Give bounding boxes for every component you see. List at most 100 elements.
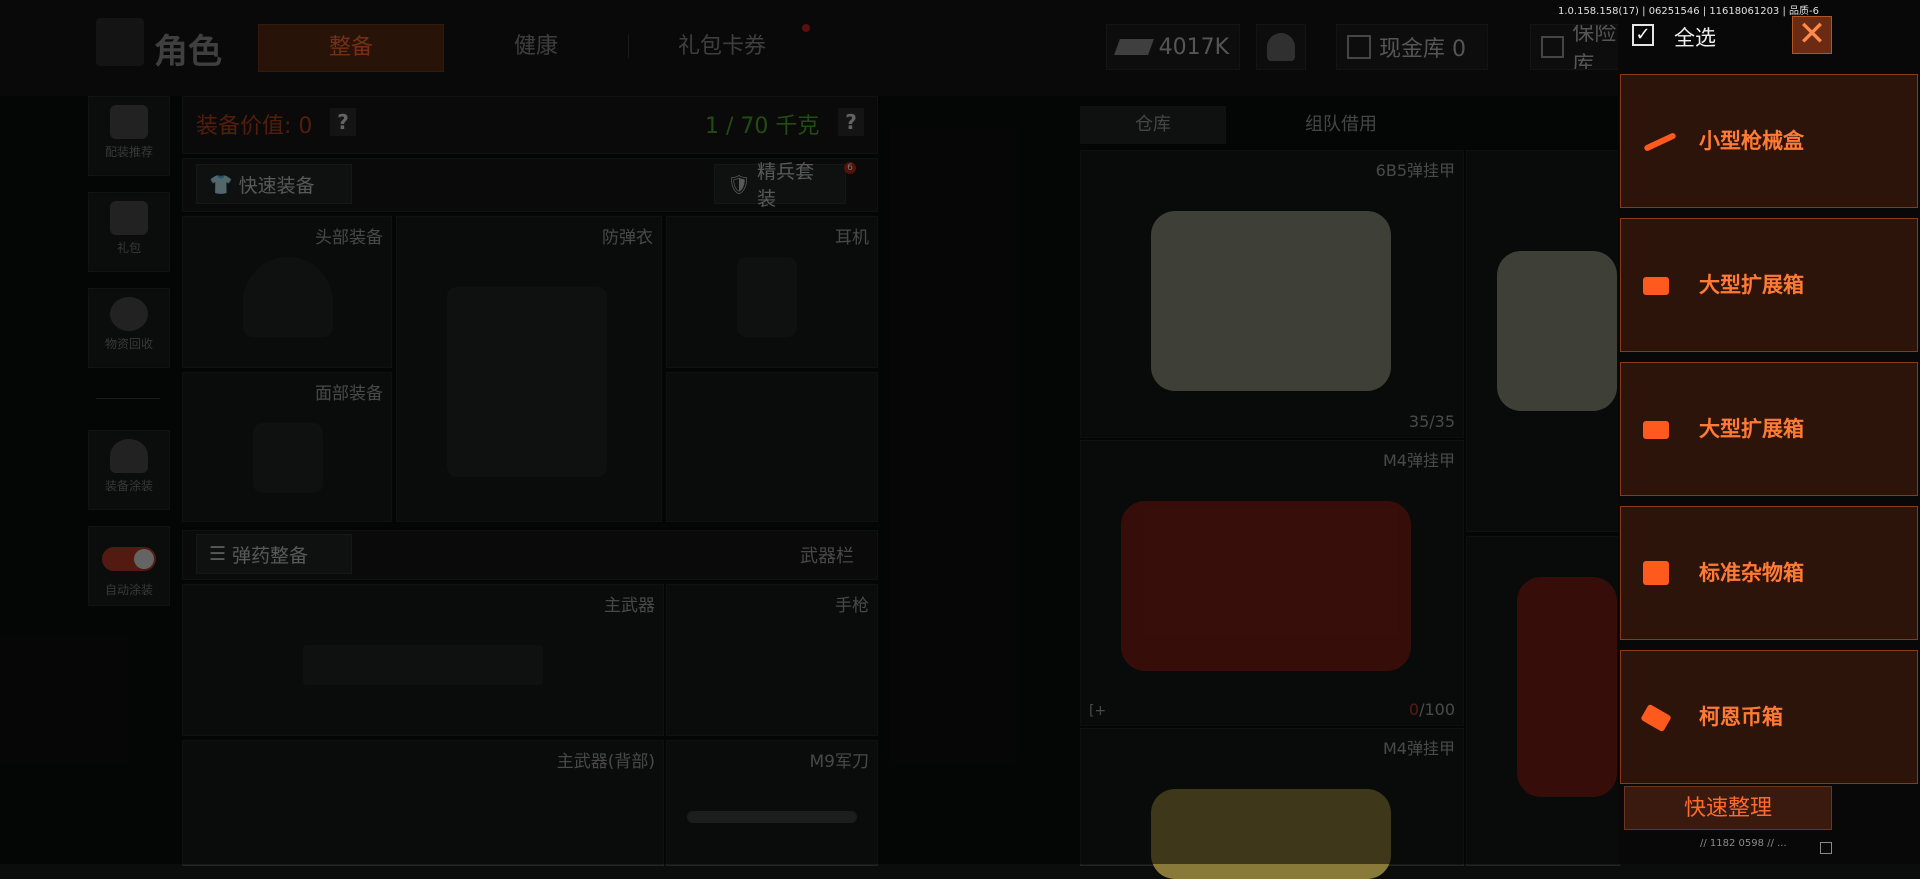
filter-item-coin-box[interactable]: 柯恩币箱	[1620, 650, 1918, 784]
storage-card[interactable]: M4弹挂甲 [+ 0/100	[1080, 440, 1464, 726]
helmet-icon	[110, 439, 148, 473]
sidebar-item-label: 配装推荐	[104, 145, 153, 159]
slot-primary-weapon[interactable]: 主武器	[182, 584, 664, 736]
durability-max: /100	[1419, 700, 1455, 719]
card-name: 6B5弹挂甲	[1375, 161, 1455, 180]
filter-item-large-expansion[interactable]: 大型扩展箱	[1620, 362, 1918, 496]
slot-label: 防弹衣	[602, 228, 653, 248]
loadout-icon	[110, 105, 148, 139]
slot-face[interactable]: 面部装备	[182, 372, 392, 522]
tab-health[interactable]: 健康	[446, 24, 626, 70]
armor-image	[1497, 251, 1617, 411]
crate-icon	[1643, 421, 1669, 439]
sidebar-item-recycle[interactable]: 物资回收	[88, 288, 170, 368]
elite-set-label: 精兵套装	[757, 161, 815, 210]
insurance-label: 保险库	[1572, 24, 1617, 70]
weight-label: 1 / 70 千克	[705, 114, 820, 139]
ammo-prep-button[interactable]: ☰ 弹药整备	[196, 534, 352, 574]
sidebar-item-paint[interactable]: 装备涂装	[88, 430, 170, 510]
armor-silhouette	[447, 287, 607, 477]
earphone-silhouette	[737, 257, 797, 337]
recycle-icon	[110, 297, 148, 331]
card-name: M4弹挂甲	[1383, 451, 1455, 470]
trader-button[interactable]	[1256, 24, 1306, 70]
slot-melee[interactable]: M9军刀	[666, 740, 878, 866]
slot-primary-back[interactable]: 主武器(背部)	[182, 740, 664, 866]
sidebar-item-gift[interactable]: 礼包	[88, 192, 170, 272]
select-all-checkbox[interactable]: ✓	[1632, 24, 1654, 46]
filter-item-label: 标准杂物箱	[1699, 561, 1804, 585]
weight-help-button[interactable]: ?	[838, 108, 864, 136]
insurance-button[interactable]: 保险库	[1530, 24, 1632, 70]
card-durability: 35/35	[1408, 412, 1455, 431]
sidebar-item-label: 礼包	[116, 241, 141, 255]
filter-item-small-gun-case[interactable]: 小型枪械盒	[1620, 74, 1918, 208]
slot-label: 耳机	[835, 228, 869, 248]
filter-item-label: 大型扩展箱	[1699, 417, 1804, 441]
slot-label: 主武器	[604, 596, 655, 616]
card-durability: 0/100	[1409, 700, 1455, 719]
tab-equip[interactable]: 整备	[258, 24, 444, 72]
sidebar-item-auto-paint: 自动涂装	[88, 526, 170, 606]
footer-text: // 1182 0598 // ...	[1700, 838, 1787, 849]
slot-label: 主武器(背部)	[556, 752, 655, 772]
filter-item-label: 柯恩币箱	[1699, 705, 1783, 729]
select-all-label[interactable]: 全选	[1674, 22, 1716, 52]
card-name: M4弹挂甲	[1383, 739, 1455, 758]
tab-team-borrow[interactable]: 组队借用	[1236, 106, 1446, 144]
armor-image	[1517, 577, 1617, 797]
slot-label: 头部装备	[315, 228, 383, 248]
slot-earphone[interactable]: 耳机	[666, 216, 878, 368]
slot-pistol[interactable]: 手枪	[666, 584, 878, 736]
trader-avatar-icon	[1267, 33, 1295, 61]
filter-item-large-expansion[interactable]: 大型扩展箱	[1620, 218, 1918, 352]
notification-dot	[802, 24, 810, 32]
sidebar-item-label: 物资回收	[104, 337, 153, 351]
tab-divider	[628, 34, 629, 58]
elite-set-button[interactable]: 🛡 精兵套装	[714, 161, 846, 210]
equip-value-label: 装备价值: 0	[196, 114, 313, 139]
face-silhouette	[253, 423, 323, 493]
value-help-button[interactable]: ?	[330, 108, 356, 136]
auto-paint-toggle[interactable]	[102, 547, 156, 571]
version-text: 1.0.158.158(17) | 06251546 | 11618061203…	[1558, 6, 1819, 17]
tab-warehouse[interactable]: 仓库	[1080, 106, 1226, 144]
sidebar-item-label: 装备涂装	[104, 479, 153, 493]
slot-armor[interactable]: 防弹衣	[396, 216, 662, 522]
armor-image	[1121, 501, 1411, 671]
sidebar-divider	[96, 398, 160, 399]
cash-vault-button[interactable]: 现金库 0	[1336, 24, 1488, 70]
sidebar-item-loadout[interactable]: 配装推荐	[88, 96, 170, 176]
armor-image	[1151, 789, 1391, 879]
helmet-silhouette	[243, 257, 333, 337]
quick-sort-button[interactable]: 快速整理	[1624, 786, 1832, 830]
cash-vault-label: 现金库 0	[1379, 37, 1466, 62]
filter-item-standard-box[interactable]: 标准杂物箱	[1620, 506, 1918, 640]
weapon-bar-label: 武器栏	[800, 546, 854, 567]
slot-head[interactable]: 头部装备	[182, 216, 392, 368]
sidebar-item-label: 自动涂装	[104, 583, 153, 597]
character-logo-icon	[96, 18, 144, 66]
close-button[interactable]: ✕	[1792, 16, 1832, 54]
shield-icon: 🛡	[727, 173, 752, 196]
storage-card[interactable]	[1466, 150, 1620, 532]
slot-label: 手枪	[835, 596, 869, 616]
filter-item-label: 小型枪械盒	[1699, 129, 1804, 153]
insurance-icon	[1541, 36, 1565, 58]
slot-label: M9军刀	[809, 752, 869, 772]
slot-label: 面部装备	[315, 384, 383, 404]
storage-card[interactable]: 6B5弹挂甲 35/35	[1080, 150, 1464, 438]
cash-icon	[1114, 39, 1154, 55]
storage-card[interactable]: M4弹挂甲	[1080, 728, 1464, 879]
storage-card[interactable]	[1466, 536, 1620, 866]
knife-silhouette	[687, 811, 857, 823]
tab-gift-cards[interactable]: 礼包卡券	[636, 24, 808, 70]
cash-amount: 4017K	[1158, 34, 1229, 60]
rifle-silhouette	[303, 645, 543, 685]
quick-equip-button[interactable]: 👕 快速装备	[196, 164, 352, 204]
ammo-icon: ☰	[209, 543, 227, 565]
quick-equip-label: 快速装备	[238, 174, 315, 197]
slot-empty	[666, 372, 878, 522]
armor-image	[1151, 211, 1391, 391]
minimize-icon[interactable]	[1820, 842, 1832, 854]
